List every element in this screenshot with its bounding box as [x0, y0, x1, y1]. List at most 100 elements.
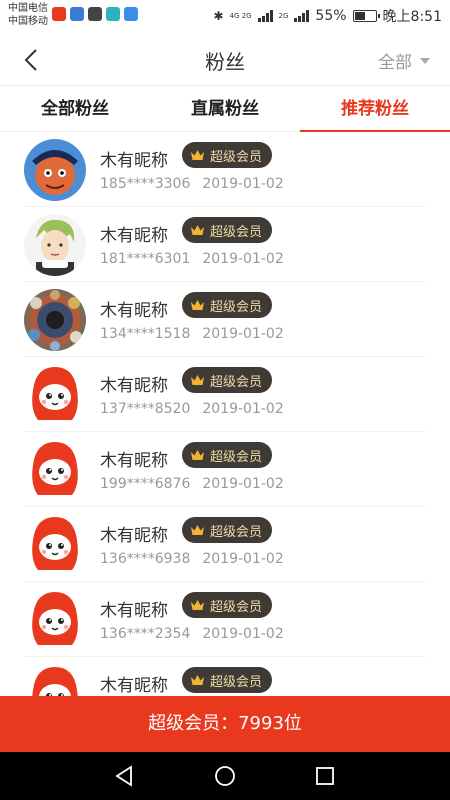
network-type: 4G 2G	[229, 11, 252, 20]
cartoon-boy-avatar	[24, 139, 86, 201]
badge-label: 超级会员	[210, 149, 263, 165]
fan-nickname: 木有昵称	[100, 526, 168, 546]
filter-dropdown[interactable]: 全部	[378, 48, 430, 73]
fan-phone: 137****8520	[100, 401, 191, 417]
badge-label: 超级会员	[210, 299, 263, 315]
system-nav-bar	[0, 752, 450, 800]
fan-nickname: 木有昵称	[100, 151, 168, 171]
fan-row[interactable]: 木有昵称 超级会员 137****8520 2019-01-02	[24, 357, 426, 432]
super-member-badge: 超级会员	[182, 592, 273, 618]
fan-nickname: 木有昵称	[100, 676, 168, 696]
tab-recommended-fans[interactable]: 推荐粉丝	[300, 86, 450, 132]
fan-meta: 185****3306 2019-01-02	[100, 176, 284, 192]
fan-meta: 136****2354 2019-01-02	[100, 626, 284, 642]
app-store-icon	[106, 7, 120, 21]
group-photo-avatar	[24, 289, 86, 351]
bluetooth-icon: ✱	[213, 9, 224, 23]
carrier-2: 中国移动	[8, 16, 48, 27]
fan-join-date: 2019-01-02	[202, 176, 284, 192]
fan-row[interactable]: 木有昵称 超级会员 181****6301 2019-01-02	[24, 207, 426, 282]
super-member-badge: 超级会员	[182, 142, 273, 168]
fan-phone: 185****3306	[100, 176, 191, 192]
fan-phone: 199****6876	[100, 476, 191, 492]
member-count-banner: 超级会员：7993位	[0, 696, 450, 752]
fan-join-date: 2019-01-02	[202, 326, 284, 342]
super-member-badge: 超级会员	[182, 217, 273, 243]
notification-icons	[52, 7, 138, 21]
fan-meta: 199****6876 2019-01-02	[100, 476, 284, 492]
badge-label: 超级会员	[210, 374, 263, 390]
battery-percent: 55%	[315, 8, 347, 24]
signal-icon	[257, 10, 273, 22]
super-member-badge: 超级会员	[182, 517, 273, 543]
super-member-badge: 超级会员	[182, 667, 273, 693]
fan-row[interactable]: 木有昵称 超级会员 136****6938 2019-01-02	[24, 507, 426, 582]
circle-home-icon	[215, 766, 235, 786]
badge-label: 超级会员	[210, 524, 263, 540]
shield-app-icon	[70, 7, 84, 21]
fan-row[interactable]: 木有昵称 超级会员 199****6876 2019-01-02	[24, 432, 426, 507]
fan-row[interactable]: 木有昵称 超级会员 185****3306 2019-01-02	[24, 132, 426, 207]
carrier-1: 中国电信	[8, 3, 48, 14]
fan-join-date: 2019-01-02	[202, 476, 284, 492]
super-member-badge: 超级会员	[182, 442, 273, 468]
fan-nickname: 木有昵称	[100, 451, 168, 471]
fan-phone: 136****2354	[100, 626, 191, 642]
crown-icon	[191, 225, 204, 235]
network-type-2: 2G	[278, 11, 289, 20]
mail-icon	[124, 7, 138, 21]
fan-join-date: 2019-01-02	[202, 251, 284, 267]
fan-nickname: 木有昵称	[100, 301, 168, 321]
status-right: ✱ 4G 2G 2G 55% 晚上8:51	[213, 6, 442, 26]
caret-down-icon	[420, 57, 430, 64]
crown-icon	[191, 675, 204, 685]
fan-join-date: 2019-01-02	[202, 551, 284, 567]
crown-icon	[191, 375, 204, 385]
crown-icon	[191, 600, 204, 610]
nav-back-button[interactable]	[113, 764, 137, 788]
fan-meta: 136****6938 2019-01-02	[100, 551, 284, 567]
tab-direct-fans[interactable]: 直属粉丝	[150, 86, 300, 131]
crown-icon	[191, 450, 204, 460]
fan-nickname: 木有昵称	[100, 376, 168, 396]
fan-nickname: 木有昵称	[100, 601, 168, 621]
fan-phone: 181****6301	[100, 251, 191, 267]
nav-recents-button[interactable]	[313, 764, 337, 788]
red-mascot-avatar	[24, 364, 86, 426]
triangle-back-icon	[115, 765, 132, 787]
nav-home-button[interactable]	[213, 764, 237, 788]
red-mascot-avatar	[24, 439, 86, 501]
tab-all-fans[interactable]: 全部粉丝	[0, 86, 150, 131]
fan-meta: 181****6301 2019-01-02	[100, 251, 284, 267]
super-member-badge: 超级会员	[182, 367, 273, 393]
filter-label: 全部	[378, 53, 412, 73]
fan-meta: 137****8520 2019-01-02	[100, 401, 284, 417]
signal-icon-2	[294, 10, 310, 22]
fan-list: 木有昵称 超级会员 185****3306 2019-01-02 木有昵称 超级会员 181…	[0, 132, 450, 696]
wechat-icon	[88, 7, 102, 21]
badge-label: 超级会员	[210, 449, 263, 465]
crown-icon	[191, 150, 204, 160]
square-recents-icon	[316, 767, 334, 785]
tab-bar: 全部粉丝 直属粉丝 推荐粉丝	[0, 86, 450, 132]
fan-join-date: 2019-01-02	[202, 626, 284, 642]
red-mascot-avatar	[24, 514, 86, 576]
fan-nickname: 木有昵称	[100, 226, 168, 246]
crown-icon	[191, 525, 204, 535]
fan-row[interactable]: 木有昵称 超级会员	[24, 657, 426, 696]
fan-join-date: 2019-01-02	[202, 401, 284, 417]
badge-label: 超级会员	[210, 224, 263, 240]
fan-meta: 134****1518 2019-01-02	[100, 326, 284, 342]
badge-label: 超级会员	[210, 674, 263, 690]
super-member-badge: 超级会员	[182, 292, 273, 318]
red-mascot-avatar	[24, 664, 86, 696]
fan-phone: 134****1518	[100, 326, 191, 342]
fan-row[interactable]: 木有昵称 超级会员 134****1518 2019-01-02	[24, 282, 426, 357]
app-header: 粉丝 全部	[0, 34, 450, 86]
clock: 晚上8:51	[382, 9, 442, 25]
fan-row[interactable]: 木有昵称 超级会员 136****2354 2019-01-02	[24, 582, 426, 657]
app-notification-icon	[52, 7, 66, 21]
battery-icon	[352, 10, 380, 22]
badge-label: 超级会员	[210, 599, 263, 615]
fan-phone: 136****6938	[100, 551, 191, 567]
